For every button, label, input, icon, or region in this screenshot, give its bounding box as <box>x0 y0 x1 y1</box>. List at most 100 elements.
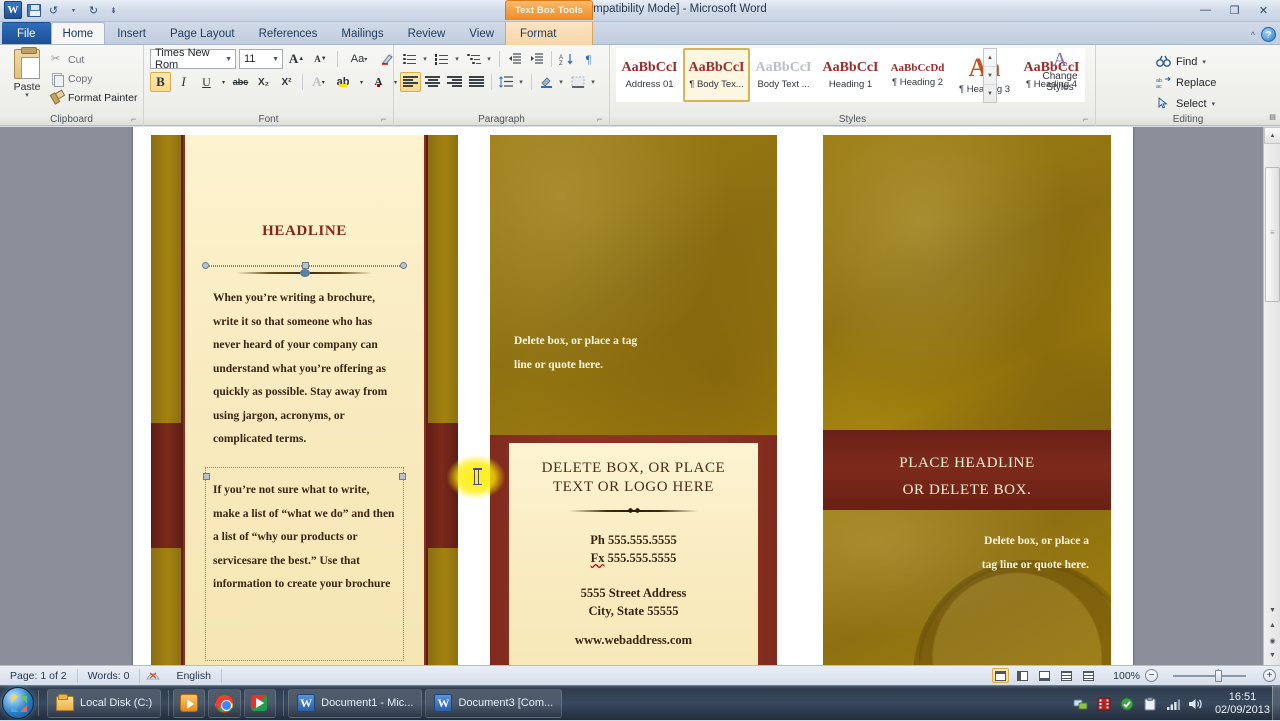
strikethrough-button[interactable]: abc <box>230 72 251 92</box>
find-button[interactable]: Find ▾ <box>1148 51 1216 72</box>
change-styles-button[interactable]: A Change Styles <box>1031 49 1089 93</box>
show-desktop-button[interactable] <box>1272 686 1280 721</box>
word-count[interactable]: Words: 0 <box>78 668 141 683</box>
change-case-button[interactable]: Aa ▾ <box>344 49 374 69</box>
collapse-ribbon-icon[interactable]: ^ <box>1251 30 1255 40</box>
outline-view-button[interactable] <box>1058 668 1075 683</box>
textbox-handle[interactable] <box>399 473 406 480</box>
left-panel-headline[interactable]: HEADLINE <box>185 223 424 240</box>
textbox-handle[interactable] <box>203 473 210 480</box>
underline-dropdown-arrow[interactable]: ▾ <box>219 72 228 92</box>
brochure-panel-left[interactable]: HEADLINE When you’re writing a brochure,… <box>151 135 458 665</box>
format-painter-button[interactable]: Format Painter <box>48 88 137 107</box>
restore-button[interactable]: ❐ <box>1220 0 1249 20</box>
minimize-button[interactable]: — <box>1191 0 1220 20</box>
borders-icon[interactable] <box>568 72 589 92</box>
align-center-icon[interactable] <box>422 72 443 92</box>
volume-tray-icon[interactable] <box>1188 696 1204 712</box>
textbox-handle[interactable] <box>301 262 309 269</box>
previous-page-icon[interactable]: ▲ <box>1265 618 1280 633</box>
split-window-icon[interactable]: ▤ <box>1265 109 1280 124</box>
select-dropdown-arrow[interactable]: ▾ <box>1212 100 1216 108</box>
styles-scroll-up-icon[interactable]: ▲ <box>984 49 996 67</box>
numbering-dropdown-arrow[interactable]: ▾ <box>454 49 463 69</box>
print-layout-view-button[interactable] <box>992 668 1010 683</box>
network-tray-icon[interactable] <box>1073 696 1089 712</box>
align-right-icon[interactable] <box>444 72 465 92</box>
full-screen-reading-view-button[interactable] <box>1014 668 1031 683</box>
cut-button[interactable]: Cut <box>48 50 137 69</box>
taskbar-items[interactable]: Local Disk (C:) W Document1 - Mic... W D… <box>47 687 565 719</box>
tab-format[interactable]: Format <box>508 22 568 44</box>
replace-button[interactable]: ab ac Replace <box>1148 72 1216 93</box>
line-spacing-icon[interactable] <box>496 72 517 92</box>
grow-font-button[interactable]: A ▲ <box>286 49 307 69</box>
paragraph-dialog-launcher[interactable]: ⌐ <box>597 115 606 124</box>
style-item[interactable]: AaBbCcI Body Text ... <box>750 48 817 102</box>
taskbar-item-media-player[interactable] <box>173 688 206 718</box>
zoom-slider[interactable] <box>1163 668 1258 683</box>
language-indicator[interactable]: English <box>166 668 222 683</box>
next-page-icon[interactable]: ▼ <box>1265 648 1280 663</box>
taskbar-clock[interactable]: 16:51 02/09/2013 <box>1215 691 1270 717</box>
zoom-slider-thumb[interactable] <box>1215 669 1222 682</box>
paste-button[interactable]: Paste ▾ <box>8 47 46 99</box>
styles-more-icon[interactable]: ▼ <box>984 85 996 103</box>
document-page[interactable]: HEADLINE When you’re writing a brochure,… <box>133 127 1133 665</box>
help-icon[interactable]: ? <box>1261 27 1276 42</box>
text-highlight-button[interactable]: ab <box>331 72 355 92</box>
left-panel-paragraph-1[interactable]: When you’re writing a brochure, write it… <box>213 287 396 452</box>
styles-gallery[interactable]: AaBbCcI Address 01 AaBbCcI ¶ Body Tex...… <box>616 48 1085 102</box>
antivirus-tray-icon[interactable] <box>1119 696 1135 712</box>
underline-button[interactable]: U <box>196 72 217 92</box>
middle-panel-contact-card[interactable]: DELETE BOX, OR PLACE TEXT OR LOGO HERE P… <box>507 441 760 665</box>
tab-page-layout[interactable]: Page Layout <box>158 22 247 44</box>
select-button[interactable]: Select ▾ <box>1148 93 1216 114</box>
chevron-down-icon[interactable]: ▼ <box>272 56 279 63</box>
style-item[interactable]: AaBbCcDd ¶ Heading 2 <box>884 48 951 102</box>
italic-button[interactable]: I <box>173 72 194 92</box>
decrease-indent-icon[interactable] <box>504 49 525 69</box>
textbox-handle[interactable] <box>202 262 209 269</box>
ribbon-help-group[interactable]: ^ ? <box>1251 27 1276 42</box>
scrollbar-thumb[interactable] <box>1265 167 1280 302</box>
subscript-button[interactable]: X₂ <box>253 72 274 92</box>
bullets-icon[interactable] <box>400 49 421 69</box>
line-spacing-dropdown-arrow[interactable]: ▾ <box>518 72 527 92</box>
middle-panel-card-title[interactable]: DELETE BOX, OR PLACE TEXT OR LOGO HERE <box>515 459 752 497</box>
bold-button[interactable]: B <box>150 72 171 92</box>
text-effects-button[interactable]: A ▾ <box>308 72 329 92</box>
scroll-down-icon[interactable]: ▼ <box>1265 603 1280 618</box>
borders-dropdown-arrow[interactable]: ▾ <box>590 72 599 92</box>
left-panel-paragraph-2[interactable]: If you’re not sure what to write, make a… <box>213 479 396 597</box>
start-button[interactable] <box>2 687 34 719</box>
brochure-panel-middle[interactable]: Delete box, or place a tag line or quote… <box>490 135 777 665</box>
style-item[interactable]: AaBbCcI ¶ Body Tex... <box>683 48 750 102</box>
bullets-dropdown-arrow[interactable]: ▾ <box>422 49 431 69</box>
find-dropdown-arrow[interactable]: ▾ <box>1202 58 1206 66</box>
signal-tray-icon[interactable] <box>1165 696 1181 712</box>
paste-dropdown-arrow[interactable]: ▾ <box>8 92 46 99</box>
styles-gallery-scrollbar[interactable]: ▲ ▼ ▼ <box>983 48 997 103</box>
brochure-panel-right[interactable]: PLACE HEADLINE OR DELETE BOX. Delete box… <box>823 135 1111 665</box>
middle-panel-website[interactable]: www.webaddress.com <box>509 633 758 648</box>
increase-indent-icon[interactable] <box>526 49 547 69</box>
taskbar-item-chrome[interactable] <box>208 688 242 718</box>
taskbar-item-document3[interactable]: W Document3 [Com... <box>425 688 563 718</box>
chevron-down-icon[interactable]: ▼ <box>225 56 232 63</box>
media-tray-icon[interactable] <box>1096 696 1112 712</box>
window-controls[interactable]: — ❐ ✕ <box>1191 0 1278 20</box>
middle-panel-address[interactable]: 5555 Street Address City, State 55555 <box>509 584 758 620</box>
system-tray[interactable]: 16:51 02/09/2013 <box>1073 686 1280 721</box>
zoom-out-button[interactable]: − <box>1145 669 1158 682</box>
highlight-dropdown-arrow[interactable]: ▾ <box>357 72 366 92</box>
justify-icon[interactable] <box>466 72 487 92</box>
proofing-errors-icon[interactable] <box>144 669 162 683</box>
middle-panel-tagline[interactable]: Delete box, or place a tag line or quote… <box>514 330 644 377</box>
select-browse-object-icon[interactable]: ◉ <box>1265 633 1280 648</box>
tab-home[interactable]: Home <box>50 22 106 44</box>
align-left-icon[interactable] <box>400 72 421 92</box>
zoom-in-button[interactable]: + <box>1263 669 1276 682</box>
tab-insert[interactable]: Insert <box>105 22 158 44</box>
clipboard-tray-icon[interactable] <box>1142 696 1158 712</box>
